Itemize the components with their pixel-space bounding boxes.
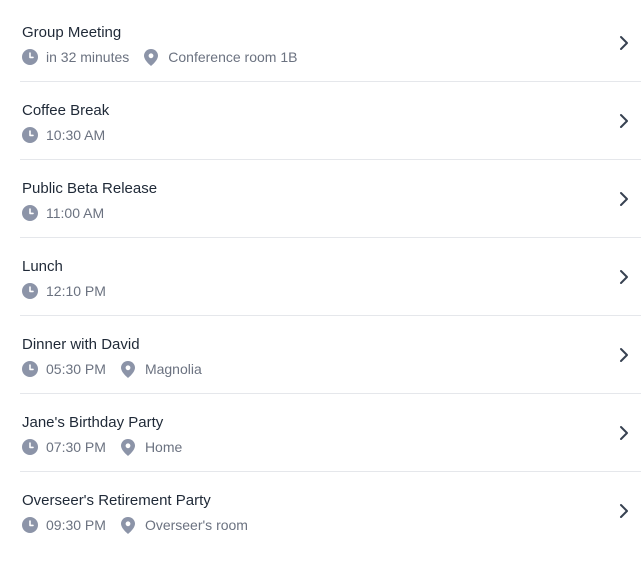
- clock-icon: [22, 49, 38, 65]
- event-row[interactable]: Jane's Birthday Party 07:30 PM Home: [20, 394, 641, 472]
- event-title: Public Beta Release: [22, 180, 158, 197]
- event-meta: 12:10 PM: [22, 282, 106, 300]
- event-location: Conference room 1B: [143, 48, 297, 66]
- chevron-right-icon[interactable]: [617, 502, 631, 520]
- event-row[interactable]: Public Beta Release 11:00 AM: [20, 160, 641, 238]
- clock-icon: [22, 361, 38, 377]
- event-location-label: Magnolia: [144, 361, 202, 377]
- chevron-right-icon[interactable]: [617, 424, 631, 442]
- clock-icon: [22, 439, 38, 455]
- map-pin-icon: [120, 360, 136, 378]
- event-row[interactable]: Dinner with David 05:30 PM Magnolia: [20, 316, 641, 394]
- event-row[interactable]: Lunch 12:10 PM: [20, 238, 641, 316]
- event-meta: 10:30 AM: [22, 126, 105, 144]
- event-meta: 07:30 PM Home: [22, 438, 182, 456]
- clock-icon: [22, 127, 38, 143]
- event-location-label: Overseer's room: [144, 517, 248, 533]
- event-meta: 09:30 PM Overseer's room: [22, 516, 248, 534]
- event-row[interactable]: Overseer's Retirement Party 09:30 PM Ove…: [20, 472, 641, 550]
- clock-icon: [22, 283, 38, 299]
- event-time: 05:30 PM: [46, 361, 106, 377]
- event-row[interactable]: Coffee Break 10:30 AM: [20, 82, 641, 160]
- event-location: Magnolia: [120, 360, 202, 378]
- event-time: 12:10 PM: [46, 283, 106, 299]
- event-time: in 32 minutes: [46, 49, 130, 65]
- chevron-right-icon[interactable]: [617, 190, 631, 208]
- event-location-label: Home: [144, 439, 183, 455]
- map-pin-icon: [120, 438, 136, 456]
- chevron-right-icon[interactable]: [617, 346, 631, 364]
- chevron-right-icon[interactable]: [617, 34, 631, 52]
- event-time: 10:30 AM: [46, 127, 106, 143]
- event-title: Group Meeting: [22, 24, 122, 41]
- event-time: 11:00 AM: [46, 205, 105, 221]
- clock-icon: [22, 205, 38, 221]
- chevron-right-icon[interactable]: [617, 112, 631, 130]
- clock-icon: [22, 517, 38, 533]
- event-location: Home: [120, 438, 182, 456]
- event-time: 09:30 PM: [46, 517, 106, 533]
- event-meta: 05:30 PM Magnolia: [22, 360, 202, 378]
- event-row[interactable]: Group Meeting in 32 minutes Conference r…: [20, 4, 641, 82]
- map-pin-icon: [120, 516, 136, 534]
- event-list: Group Meeting in 32 minutes Conference r…: [20, 4, 641, 550]
- event-title: Overseer's Retirement Party: [22, 492, 211, 509]
- event-title: Jane's Birthday Party: [22, 414, 164, 431]
- chevron-right-icon[interactable]: [617, 268, 631, 286]
- event-title: Coffee Break: [22, 102, 110, 119]
- event-title: Dinner with David: [22, 336, 140, 353]
- event-title: Lunch: [22, 258, 63, 275]
- event-meta: in 32 minutes Conference room 1B: [22, 48, 297, 66]
- event-location: Overseer's room: [120, 516, 248, 534]
- event-meta: 11:00 AM: [22, 204, 104, 222]
- event-time: 07:30 PM: [46, 439, 106, 455]
- map-pin-icon: [143, 48, 159, 66]
- event-location-label: Conference room 1B: [168, 49, 298, 65]
